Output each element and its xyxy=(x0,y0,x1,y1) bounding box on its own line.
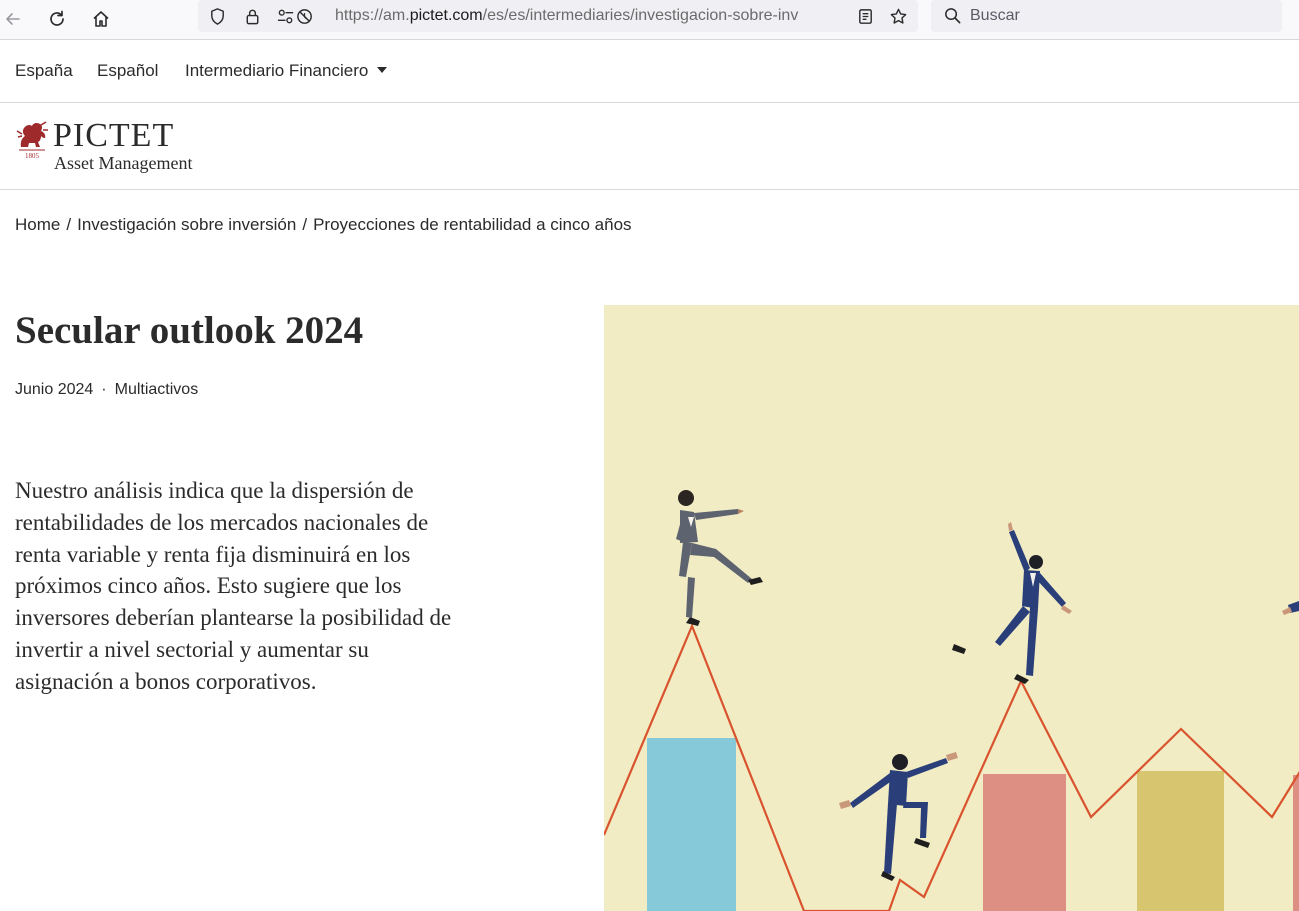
home-button[interactable] xyxy=(86,4,116,34)
language-selector[interactable]: Español xyxy=(97,61,158,81)
logo-year: 1805 xyxy=(25,152,40,159)
lock-icon xyxy=(246,9,258,24)
reload-button[interactable] xyxy=(42,4,72,34)
article-category[interactable]: Multiactivos xyxy=(115,381,199,398)
illustration-bar-blue xyxy=(647,738,736,911)
browser-toolbar: https://am.pictet.com/es/es/intermediari… xyxy=(0,0,1299,40)
audience-label: Intermediario Financiero xyxy=(185,61,369,80)
url-prefix: https://am. xyxy=(335,7,410,24)
illustration-svg xyxy=(604,490,1299,911)
country-selector[interactable]: España xyxy=(15,61,73,81)
illustration-bar-yellow xyxy=(1137,771,1224,911)
article-intro: Nuestro análisis indica que la dispersió… xyxy=(15,478,452,694)
illustration-bar-red xyxy=(983,774,1066,911)
site-top-nav: España Español Intermediario Financiero xyxy=(0,40,1299,103)
logo-subtitle: Asset Management xyxy=(54,153,193,173)
chevron-down-icon xyxy=(377,67,388,73)
breadcrumb-home[interactable]: Home xyxy=(15,215,60,234)
logo-name: PICTET xyxy=(53,117,175,154)
search-icon xyxy=(945,8,961,24)
illustration-bar-edge xyxy=(1293,775,1299,911)
permissions-icon xyxy=(277,8,312,24)
bookmark-button[interactable] xyxy=(886,4,910,28)
tracking-protection-button[interactable] xyxy=(205,4,229,28)
shield-icon xyxy=(210,7,224,25)
article-date: Junio 2024 xyxy=(15,381,94,398)
back-button[interactable] xyxy=(0,4,28,34)
illustration-figure-man-right xyxy=(952,522,1072,684)
home-icon xyxy=(93,11,109,27)
article-meta: Junio 2024 · Multiactivos xyxy=(15,380,198,400)
illustration-figure-woman xyxy=(676,490,763,626)
search-placeholder: Buscar xyxy=(970,7,1020,24)
audience-selector[interactable]: Intermediario Financiero xyxy=(185,61,388,81)
address-bar[interactable]: https://am.pictet.com/es/es/intermediari… xyxy=(198,0,918,32)
breadcrumb-current: Proyecciones de rentabilidad a cinco año… xyxy=(313,215,632,234)
page-title: Secular outlook 2024 xyxy=(15,309,364,352)
back-arrow-icon xyxy=(6,13,20,25)
breadcrumb: Home / Investigación sobre inversión / Proye… xyxy=(15,214,632,236)
lion-logo-icon: 1805 xyxy=(16,121,48,159)
bookmark-star-icon xyxy=(890,8,906,24)
site-security-button[interactable] xyxy=(240,4,264,28)
reload-icon xyxy=(50,10,64,26)
breadcrumb-separator: / xyxy=(302,215,308,234)
reader-view-button[interactable] xyxy=(853,4,877,28)
url-host: pictet.com xyxy=(409,7,483,24)
url-text[interactable]: https://am.pictet.com/es/es/intermediari… xyxy=(335,6,845,26)
breadcrumb-section[interactable]: Investigación sobre inversión xyxy=(77,215,296,234)
browser-search-bar[interactable]: Buscar xyxy=(931,0,1282,32)
site-header: 1805 PICTET Asset Management xyxy=(0,103,1299,190)
url-path: /es/es/intermediaries/investigacion-sobr… xyxy=(482,7,799,24)
breadcrumb-separator: / xyxy=(66,215,72,234)
illustration-figure-edge xyxy=(1282,601,1299,615)
meta-separator: · xyxy=(101,381,107,398)
permissions-button[interactable] xyxy=(276,4,316,28)
hero-illustration xyxy=(604,305,1299,911)
reader-view-icon xyxy=(858,8,872,24)
